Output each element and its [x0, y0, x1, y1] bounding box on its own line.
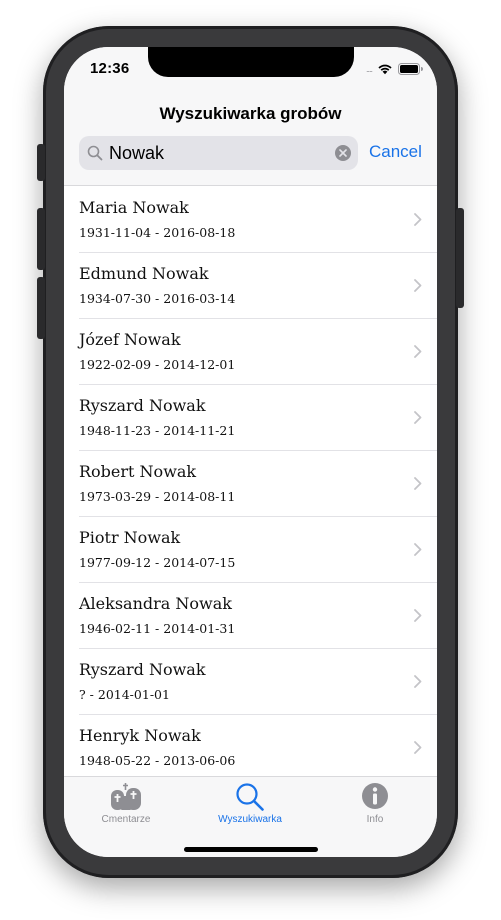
grave-dates: 1977-09-12 - 2014-07-15	[79, 555, 236, 570]
search-icon	[87, 145, 103, 166]
tab-search[interactable]: Wyszukiwarka	[188, 777, 312, 829]
list-item[interactable]: Aleksandra Nowak 1946-02-11 - 2014-01-31	[79, 583, 437, 649]
status-time: 12:36	[90, 60, 130, 77]
list-item[interactable]: Maria Nowak 1931-11-04 - 2016-08-18	[79, 187, 437, 253]
grave-dates: 1948-11-23 - 2014-11-21	[79, 423, 236, 438]
chevron-right-icon	[414, 741, 422, 759]
grave-name: Maria Nowak	[79, 198, 189, 217]
tab-label: Wyszukiwarka	[218, 814, 282, 825]
grave-name: Aleksandra Nowak	[79, 594, 232, 613]
grave-name: Edmund Nowak	[79, 264, 209, 283]
chevron-right-icon	[414, 213, 422, 231]
list-item[interactable]: Henryk Nowak 1948-05-22 - 2013-06-06	[79, 715, 437, 776]
grave-name: Piotr Nowak	[79, 528, 181, 547]
grave-name: Ryszard Nowak	[79, 396, 206, 415]
tab-cemeteries[interactable]: Cmentarze	[64, 777, 188, 829]
grave-name: Robert Nowak	[79, 462, 197, 481]
search-icon	[235, 782, 265, 817]
notch	[148, 47, 354, 77]
power-button	[456, 208, 464, 308]
info-icon	[361, 782, 389, 815]
clear-search-icon[interactable]	[335, 145, 351, 161]
grave-name: Henryk Nowak	[79, 726, 201, 745]
home-indicator[interactable]	[184, 847, 318, 852]
signal-icon: ....	[365, 64, 373, 74]
grave-dates: 1948-05-22 - 2013-06-06	[79, 753, 236, 768]
tab-info[interactable]: Info	[313, 777, 437, 829]
grave-dates: 1946-02-11 - 2014-01-31	[79, 621, 236, 636]
grave-name: Ryszard Nowak	[79, 660, 206, 679]
chevron-right-icon	[414, 411, 422, 429]
tab-label: Cmentarze	[101, 814, 151, 825]
grave-name: Józef Nowak	[79, 330, 181, 349]
tab-label: Info	[366, 814, 384, 825]
wifi-icon	[377, 63, 393, 75]
chevron-right-icon	[414, 675, 422, 693]
search-field[interactable]	[79, 136, 358, 170]
search-row: Cancel	[79, 136, 429, 170]
cemetery-icon	[109, 782, 143, 815]
chevron-right-icon	[414, 543, 422, 561]
list-item[interactable]: Ryszard Nowak ? - 2014-01-01	[79, 649, 437, 715]
grave-dates: 1973-03-29 - 2014-08-11	[79, 489, 236, 504]
list-item[interactable]: Józef Nowak 1922-02-09 - 2014-12-01	[79, 319, 437, 385]
grave-dates: 1934-07-30 - 2016-03-14	[79, 291, 236, 306]
status-bar: 12:36 ....	[64, 47, 437, 91]
grave-dates: 1922-02-09 - 2014-12-01	[79, 357, 236, 372]
chevron-right-icon	[414, 279, 422, 297]
grave-dates: 1931-11-04 - 2016-08-18	[79, 225, 236, 240]
tab-bar: Cmentarze Wyszukiwarka Info	[64, 776, 437, 857]
grave-dates: ? - 2014-01-01	[79, 687, 170, 702]
status-icons: ....	[366, 62, 423, 76]
page-title: Wyszukiwarka grobów	[159, 104, 342, 123]
chevron-right-icon	[414, 609, 422, 627]
list-item[interactable]: Robert Nowak 1973-03-29 - 2014-08-11	[79, 451, 437, 517]
list-item[interactable]: Ryszard Nowak 1948-11-23 - 2014-11-21	[79, 385, 437, 451]
search-input[interactable]	[109, 136, 329, 170]
list-item[interactable]: Edmund Nowak 1934-07-30 - 2016-03-14	[79, 253, 437, 319]
silent-switch	[37, 144, 45, 181]
screen: 12:36 .... Wyszukiwarka grobów Nowak Can…	[64, 47, 437, 857]
navigation-header: Wyszukiwarka grobów Cancel	[64, 91, 437, 186]
volume-down-button	[37, 277, 45, 339]
cancel-button[interactable]: Cancel	[369, 142, 422, 162]
volume-up-button	[37, 208, 45, 270]
chevron-right-icon	[414, 477, 422, 495]
result-list[interactable]: Maria Nowak 1931-11-04 - 2016-08-18 Edmu…	[64, 187, 437, 776]
chevron-right-icon	[414, 345, 422, 363]
battery-icon	[398, 63, 423, 75]
list-item[interactable]: Piotr Nowak 1977-09-12 - 2014-07-15	[79, 517, 437, 583]
